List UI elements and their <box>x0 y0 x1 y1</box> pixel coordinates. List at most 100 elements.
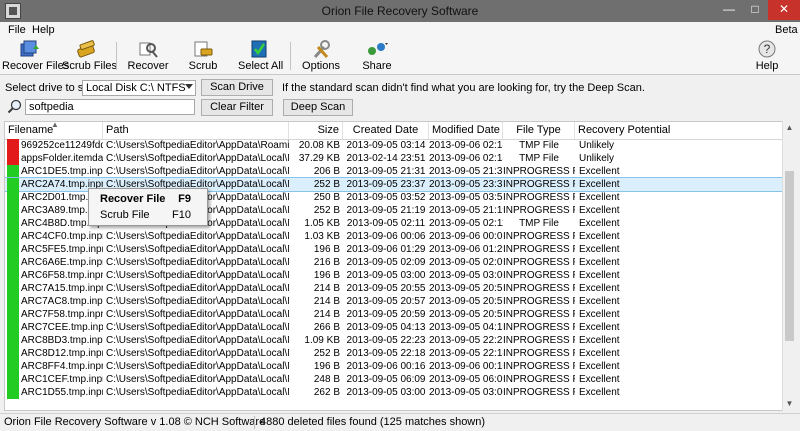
version-text: Orion File Recovery Software v 1.08 © NC… <box>4 416 266 428</box>
recovery-status-swatch <box>7 152 19 165</box>
table-row[interactable]: ARC7CEE.tmp.inpr...C:\Users\SoftpediaEdi… <box>5 321 783 334</box>
column-header-row: Filename ▲ Path Size Created Date Modifi… <box>5 122 783 140</box>
table-row[interactable]: ARC8BD3.tmp.inpr...C:\Users\SoftpediaEdi… <box>5 334 783 347</box>
cell-filename: ARC7F58.tmp.inpr... <box>21 309 103 320</box>
table-row[interactable]: ARC1DE5.tmp.inpr...C:\Users\SoftpediaEdi… <box>5 165 783 178</box>
table-row[interactable]: appsFolder.itemdat...C:\Users\SoftpediaE… <box>5 152 783 165</box>
cell-type: INPROGRESS File <box>503 335 575 346</box>
cell-path: C:\Users\SoftpediaEditor\AppData\Local\M… <box>106 283 289 294</box>
title-bar: Orion File Recovery Software — □ ✕ <box>0 0 800 22</box>
table-row[interactable]: ARC7A15.tmp.inpr...C:\Users\SoftpediaEdi… <box>5 282 783 295</box>
cell-recovery: Excellent <box>579 166 620 177</box>
table-row[interactable]: ARC1CEF.tmp.inpr...C:\Users\SoftpediaEdi… <box>5 373 783 386</box>
cell-created: 2013-09-05 22:18 <box>346 348 426 359</box>
menu-help[interactable]: Help <box>32 24 55 36</box>
clear-filter-button[interactable]: Clear Filter <box>201 99 273 116</box>
menu-scrub-file[interactable]: Scrub File F10 <box>89 207 205 223</box>
table-row[interactable]: ARC6A6E.tmp.inpr...C:\Users\SoftpediaEdi… <box>5 256 783 269</box>
table-row[interactable]: ARC5FE5.tmp.inpr...C:\Users\SoftpediaEdi… <box>5 243 783 256</box>
cell-type: INPROGRESS File <box>503 283 575 294</box>
recover-icon <box>139 42 158 58</box>
recovery-status-swatch <box>7 295 19 308</box>
column-file-type[interactable]: File Type <box>503 122 575 139</box>
column-created-date[interactable]: Created Date <box>343 122 429 139</box>
cell-recovery: Excellent <box>579 387 620 398</box>
cell-type: INPROGRESS File <box>503 231 575 242</box>
cell-path: C:\Users\SoftpediaEditor\AppData\Local\M… <box>106 348 289 359</box>
deep-scan-button[interactable]: Deep Scan <box>283 99 353 116</box>
cell-recovery: Excellent <box>579 270 620 281</box>
column-modified-date[interactable]: Modified Date <box>429 122 503 139</box>
options-icon <box>313 40 330 59</box>
recover-button[interactable]: Recover <box>126 38 170 74</box>
search-icon <box>7 99 22 114</box>
cell-recovery: Excellent <box>579 309 620 320</box>
cell-modified: 2013-09-05 21:31 <box>429 166 503 177</box>
minimize-button[interactable]: — <box>716 0 742 20</box>
help-button[interactable]: ? Help <box>754 38 780 74</box>
scan-drive-button[interactable]: Scan Drive <box>201 79 273 96</box>
column-recovery-potential[interactable]: Recovery Potential <box>575 122 783 139</box>
svg-text:?: ? <box>764 42 771 56</box>
filter-input[interactable]: softpedia <box>25 99 195 115</box>
cell-modified: 2013-09-06 00:06 <box>429 231 503 242</box>
table-row[interactable]: ARC8FF4.tmp.inpr...C:\Users\SoftpediaEdi… <box>5 360 783 373</box>
scrub-button[interactable]: Scrub <box>185 38 221 74</box>
scrollbar-thumb[interactable] <box>785 171 794 341</box>
close-button[interactable]: ✕ <box>768 0 800 20</box>
scrub-files-icon <box>77 40 95 58</box>
cell-path: C:\Users\SoftpediaEditor\AppData\Local\M… <box>106 153 289 164</box>
column-size[interactable]: Size <box>289 122 343 139</box>
recovery-status-swatch <box>7 217 19 230</box>
cell-recovery: Excellent <box>579 218 620 229</box>
table-row[interactable]: ARC6F58.tmp.inpr... C:\Users\SoftpediaEdi… <box>5 269 783 282</box>
cell-created: 2013-09-05 21:31 <box>346 166 426 177</box>
chevron-down-icon <box>185 84 193 89</box>
scroll-down-icon[interactable]: ▼ <box>783 397 796 411</box>
cell-type: INPROGRESS File <box>503 244 575 255</box>
column-path[interactable]: Path <box>103 122 289 139</box>
recover-files-button[interactable]: Recover Files <box>2 38 69 74</box>
table-row[interactable]: 969252ce11249fdd...C:\Users\SoftpediaEdi… <box>5 139 783 152</box>
cell-type: INPROGRESS File <box>503 309 575 320</box>
cell-recovery: Excellent <box>579 322 620 333</box>
recovery-status-swatch <box>7 256 19 269</box>
cell-size: 1.05 KB <box>304 218 340 229</box>
cell-modified: 2013-09-05 20:57 <box>429 296 503 307</box>
table-row[interactable]: ARC4CF0.tmp.inpr...C:\Users\SoftpediaEdi… <box>5 230 783 243</box>
cell-size: 214 B <box>313 283 340 294</box>
cell-modified: 2013-09-05 03:00 <box>429 270 503 281</box>
cell-recovery: Unlikely <box>579 140 615 151</box>
options-button[interactable]: Options <box>302 38 340 74</box>
drive-select[interactable]: Local Disk C:\ NTFS <box>82 80 196 96</box>
table-row[interactable]: ARC1D55.tmp.inpr...C:\Users\SoftpediaEdi… <box>5 386 783 399</box>
table-row[interactable]: ARC8D12.tmp.inpr...C:\Users\SoftpediaEdi… <box>5 347 783 360</box>
cell-type: INPROGRESS File <box>503 374 575 385</box>
table-row[interactable]: ARC7AC8.tmp.inpr...C:\Users\SoftpediaEdi… <box>5 295 783 308</box>
scrub-files-button[interactable]: Scrub Files <box>62 38 117 74</box>
scrub-icon <box>194 41 213 57</box>
cell-type: INPROGRESS File <box>503 192 575 203</box>
scroll-up-icon[interactable]: ▲ <box>783 121 796 135</box>
menu-file[interactable]: File <box>8 24 26 36</box>
cell-size: 196 B <box>313 244 340 255</box>
recover-files-icon <box>20 40 39 57</box>
cell-filename: ARC8D12.tmp.inpr... <box>21 348 103 359</box>
recovery-status-swatch <box>7 139 19 152</box>
cell-size: 1.03 KB <box>304 231 340 242</box>
share-button[interactable]: Share <box>360 38 394 74</box>
select-all-button[interactable]: Select All <box>238 38 283 74</box>
table-row[interactable]: ARC7F58.tmp.inpr... C:\Users\SoftpediaEdi… <box>5 308 783 321</box>
cell-created: 2013-09-05 04:13 <box>346 322 426 333</box>
cell-modified: 2013-09-05 20:59 <box>429 309 503 320</box>
cell-filename: ARC8BD3.tmp.inpr... <box>21 335 103 346</box>
cell-created: 2013-09-05 03:14 <box>346 140 426 151</box>
menu-recover-file[interactable]: Recover File F9 <box>89 191 205 207</box>
help-icon: ? <box>758 40 776 58</box>
cell-created: 2013-09-06 00:16 <box>346 361 426 372</box>
cell-created: 2013-09-05 20:55 <box>346 283 426 294</box>
vertical-scrollbar[interactable]: ▲ ▼ <box>782 121 796 411</box>
cell-modified: 2013-09-05 03:52 <box>429 192 503 203</box>
cell-size: 250 B <box>313 192 340 203</box>
maximize-button[interactable]: □ <box>742 0 768 20</box>
